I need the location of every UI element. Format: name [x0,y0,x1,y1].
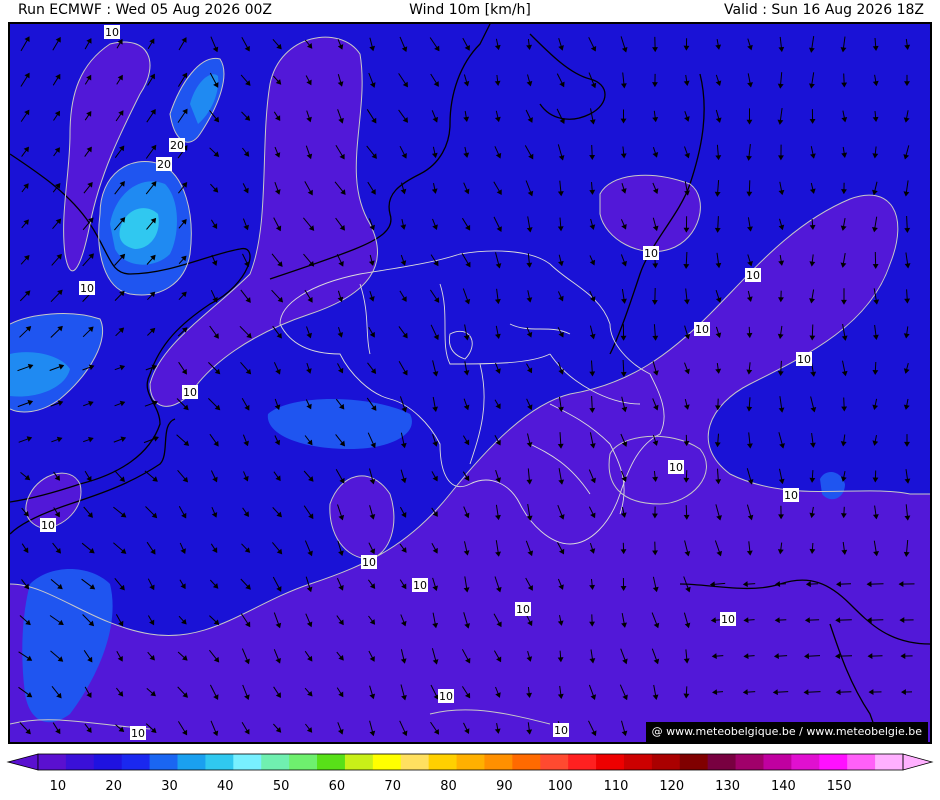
color-scale: 10 20 30 40 50 60 70 80 90 100 110 120 130 140 150 [6,753,934,794]
scale-cell [847,754,876,770]
scale-cell [317,754,346,770]
scale-cell [707,754,737,770]
contour-label: 10 [720,612,736,626]
scale-cell [289,754,318,770]
svg-text:10: 10 [105,26,119,39]
svg-text:10: 10 [80,282,94,295]
scale-cell [651,754,681,770]
svg-text:20: 20 [157,158,171,171]
scale-tick-label: 100 [548,779,573,794]
scale-cell [791,754,820,770]
scale-tick-label: 20 [105,779,122,794]
contour-label: 10 [130,726,146,740]
svg-text:10: 10 [746,269,760,282]
scale-cell [38,754,67,770]
contour-label: 10 [783,488,799,502]
scale-tick-label: 140 [771,779,796,794]
scale-cell [596,754,625,770]
svg-text:10: 10 [797,353,811,366]
scale-cell [205,754,234,770]
scale-cell [261,754,290,770]
scale-tick-label: 90 [496,779,513,794]
scale-cell [149,754,179,770]
scale-tick-label: 30 [161,779,178,794]
color-scale-cells [6,753,934,771]
scale-cell [121,754,151,770]
scale-cell [540,754,569,770]
color-scale-ticks: 10 20 30 40 50 60 70 80 90 100 110 120 130 140 150 [50,779,852,794]
wind-field-svg: 10 20 20 10 10 10 10 10 10 10 10 10 10 1… [10,24,930,742]
contour-label: 10 [745,268,761,282]
scale-cell [875,754,904,770]
credit-banner: @ www.meteobelgique.be / www.meteobelgie… [645,722,928,742]
svg-text:10: 10 [721,613,735,626]
scale-tick-label: 150 [827,779,852,794]
scale-cell [456,754,485,770]
scale-cell [428,754,458,770]
scale-tick-label: 50 [273,779,290,794]
contour-label: 20 [156,157,172,171]
contour-label: 10 [412,578,428,592]
scale-cell [763,754,792,770]
scale-cell [372,754,402,770]
scale-cell [65,754,95,770]
contour-label: 10 [515,602,531,616]
svg-text:10: 10 [362,556,376,569]
scale-min-arrow [6,753,39,771]
contour-label: 10 [796,352,812,366]
contour-label: 10 [643,246,659,260]
valid-time: Valid : Sun 16 Aug 2026 18Z [724,2,924,18]
svg-text:10: 10 [183,386,197,399]
wind-map: 10 20 20 10 10 10 10 10 10 10 10 10 10 1… [8,22,932,744]
scale-tick-label: 80 [440,779,457,794]
scale-cell [679,754,709,770]
contour-label: 10 [182,385,198,399]
svg-text:10: 10 [41,519,55,532]
contour-label: 10 [104,25,120,39]
scale-cell [344,754,374,770]
svg-text:10: 10 [516,603,530,616]
svg-text:20: 20 [170,139,184,152]
svg-text:10: 10 [131,727,145,740]
scale-cell [623,754,653,770]
contour-label: 10 [40,518,56,532]
scale-tick-label: 110 [604,779,629,794]
contour-label: 20 [169,138,185,152]
contour-label: 10 [79,281,95,295]
scale-cell [93,754,123,770]
scale-tick-label: 10 [50,779,67,794]
scale-tick-label: 120 [659,779,684,794]
scale-tick-label: 40 [217,779,234,794]
scale-cell [512,754,541,770]
scale-cell [400,754,430,770]
svg-text:10: 10 [695,323,709,336]
scale-cell [177,754,206,770]
contour-label: 10 [553,723,569,737]
svg-text:10: 10 [439,690,453,703]
svg-text:10: 10 [644,247,658,260]
scale-tick-label: 130 [715,779,740,794]
contour-label: 10 [361,555,377,569]
scale-max-arrow [902,753,934,771]
contour-label: 10 [438,689,454,703]
svg-text:10: 10 [669,461,683,474]
scale-tick-label: 60 [329,779,346,794]
contour-label: 10 [694,322,710,336]
scale-cell [819,754,848,770]
svg-text:10: 10 [413,579,427,592]
scale-cell [484,754,513,770]
contour-label: 10 [668,460,684,474]
scale-tick-label: 70 [384,779,401,794]
svg-text:10: 10 [554,724,568,737]
scale-cell [735,754,764,770]
scale-cell [233,754,262,770]
svg-text:10: 10 [784,489,798,502]
scale-cell [568,754,597,770]
